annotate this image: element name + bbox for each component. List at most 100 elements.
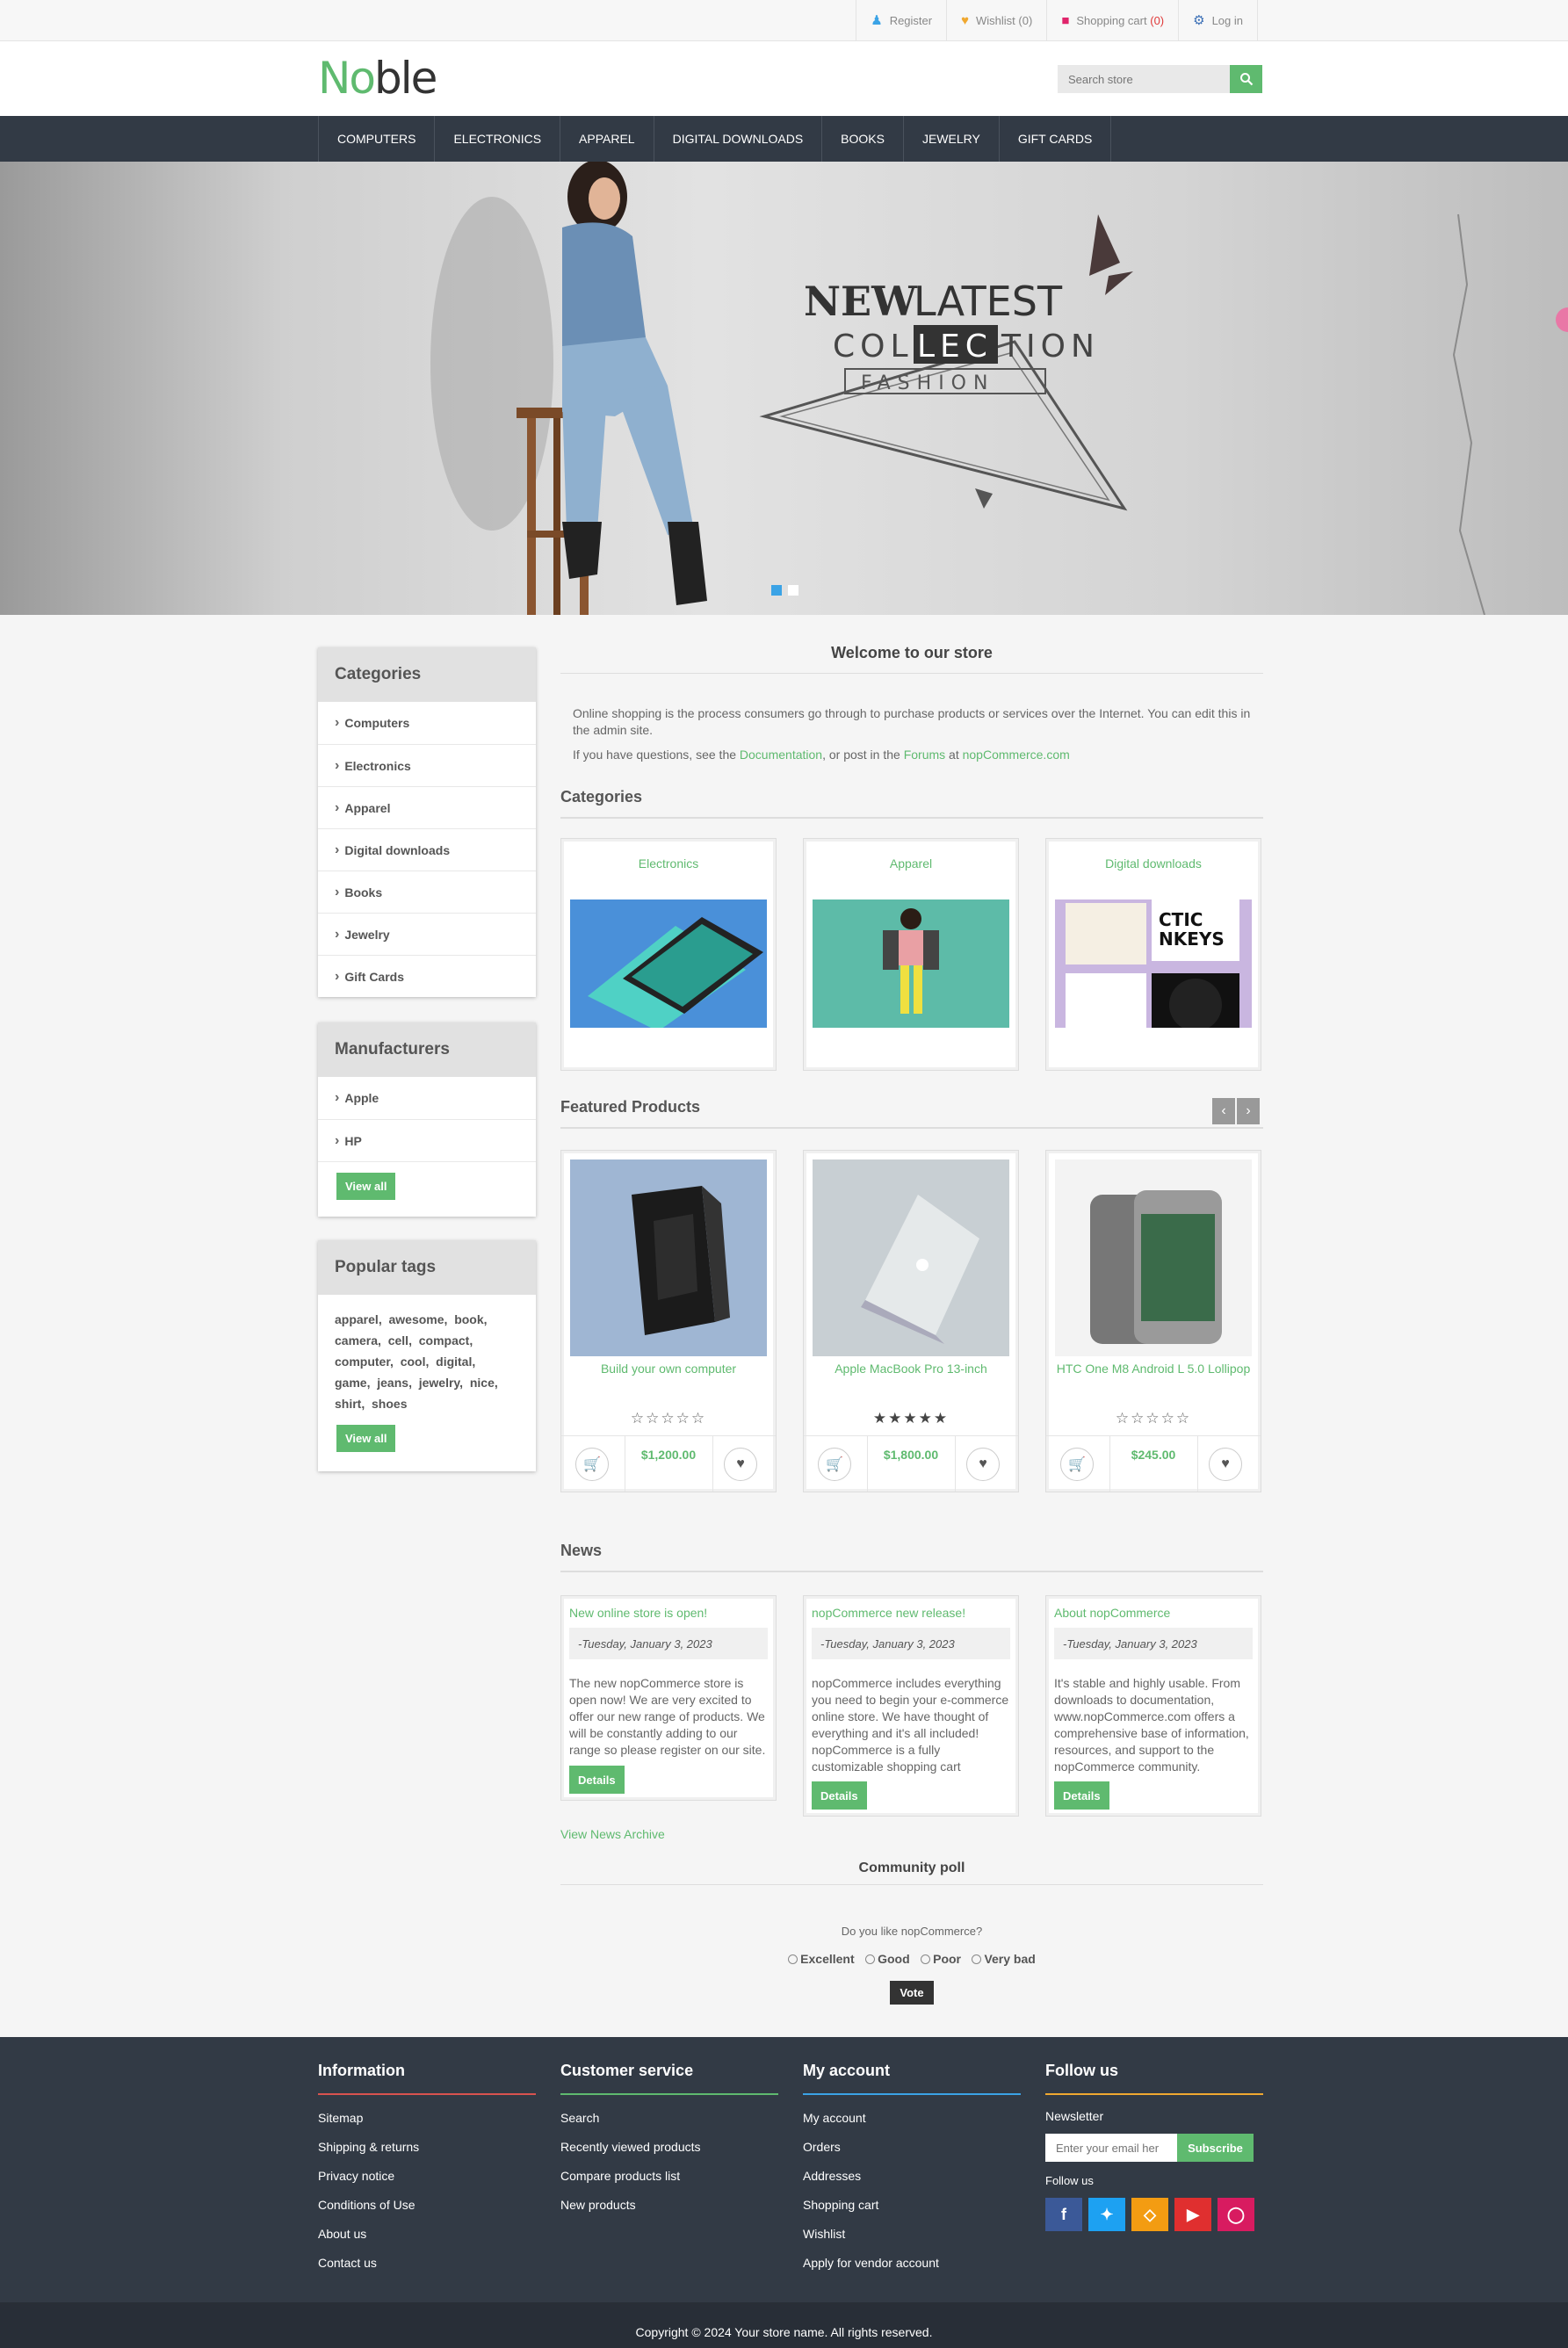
slider-dot-1[interactable] bbox=[771, 585, 782, 596]
news-details-button[interactable]: Details bbox=[569, 1766, 625, 1794]
sidebar-item-books[interactable]: › Books bbox=[318, 871, 536, 913]
menu-item-computers[interactable]: COMPUTERS bbox=[319, 116, 436, 162]
footer-link-addresses[interactable]: Addresses bbox=[803, 2170, 1021, 2182]
manufacturers-view-all-button[interactable]: View all bbox=[336, 1173, 396, 1200]
product-title-link[interactable]: Build your own computer bbox=[561, 1362, 776, 1376]
sidebar-item-apple[interactable]: › Apple bbox=[318, 1077, 536, 1119]
footer-link-new-products[interactable]: New products bbox=[560, 2199, 778, 2211]
tags-view-all-button[interactable]: View all bbox=[336, 1425, 396, 1452]
product-image[interactable] bbox=[570, 1160, 767, 1356]
carousel-prev-button[interactable]: ‹ bbox=[1212, 1098, 1235, 1124]
tag-item[interactable]: camera bbox=[335, 1333, 378, 1347]
tag-item[interactable]: cell bbox=[388, 1333, 408, 1347]
menu-item-electronics[interactable]: ELECTRONICS bbox=[435, 116, 561, 162]
menu-item-apparel[interactable]: APPAREL bbox=[560, 116, 654, 162]
footer-link-conditions[interactable]: Conditions of Use bbox=[318, 2199, 536, 2211]
news-details-button[interactable]: Details bbox=[812, 1781, 867, 1810]
store-logo[interactable]: Noble bbox=[318, 52, 437, 105]
carousel-next-button[interactable]: › bbox=[1237, 1098, 1260, 1124]
poll-option-very-bad[interactable]: Very bad bbox=[972, 1952, 1036, 1966]
tag-item[interactable]: apparel bbox=[335, 1312, 379, 1326]
home-slider[interactable]: NEW LATEST COL LEC TION FASHION bbox=[0, 162, 1568, 615]
add-to-wishlist-button[interactable]: ♥ bbox=[724, 1448, 757, 1481]
product-image[interactable] bbox=[1055, 1160, 1252, 1356]
news-details-button[interactable]: Details bbox=[1054, 1781, 1109, 1810]
facebook-link[interactable]: f bbox=[1045, 2198, 1082, 2231]
sidebar-item-gift-cards[interactable]: › Gift Cards bbox=[318, 955, 536, 997]
footer-link-recently-viewed[interactable]: Recently viewed products bbox=[560, 2141, 778, 2153]
category-card-electronics[interactable]: Electronics bbox=[560, 838, 777, 1071]
footer-link-shipping[interactable]: Shipping & returns bbox=[318, 2141, 536, 2153]
add-to-wishlist-button[interactable]: ♥ bbox=[966, 1448, 1000, 1481]
news-title-link[interactable]: About nopCommerce bbox=[1054, 1606, 1170, 1620]
menu-item-books[interactable]: BOOKS bbox=[822, 116, 904, 162]
tag-item[interactable]: book bbox=[454, 1312, 483, 1326]
search-button[interactable] bbox=[1230, 65, 1262, 93]
sidebar-item-electronics[interactable]: › Electronics bbox=[318, 744, 536, 786]
footer-link-search[interactable]: Search bbox=[560, 2112, 778, 2124]
sidebar-item-apparel[interactable]: › Apparel bbox=[318, 786, 536, 828]
category-card-title[interactable]: Electronics bbox=[561, 856, 776, 871]
tag-item[interactable]: awesome bbox=[388, 1312, 444, 1326]
forums-link[interactable]: Forums bbox=[904, 748, 945, 762]
tag-item[interactable]: compact bbox=[419, 1333, 470, 1347]
tag-item[interactable]: computer bbox=[335, 1355, 390, 1369]
poll-option-excellent[interactable]: Excellent bbox=[788, 1952, 855, 1966]
tag-item[interactable]: shirt bbox=[335, 1397, 361, 1411]
youtube-link[interactable]: ▶ bbox=[1174, 2198, 1211, 2231]
cart-link[interactable]: ■ Shopping cart (0) bbox=[1046, 0, 1178, 40]
subscribe-button[interactable]: Subscribe bbox=[1177, 2134, 1254, 2162]
category-card-title[interactable]: Digital downloads bbox=[1046, 856, 1261, 871]
footer-link-sitemap[interactable]: Sitemap bbox=[318, 2112, 536, 2124]
newsletter-email-input[interactable] bbox=[1045, 2134, 1177, 2162]
category-image-digital-downloads[interactable]: CTIC NKEYS bbox=[1055, 899, 1252, 1028]
product-title-link[interactable]: HTC One M8 Android L 5.0 Lollipop bbox=[1046, 1362, 1261, 1376]
news-title-link[interactable]: New online store is open! bbox=[569, 1606, 707, 1620]
footer-link-vendor[interactable]: Apply for vendor account bbox=[803, 2257, 1021, 2269]
slider-dot-2[interactable] bbox=[788, 585, 798, 596]
menu-item-gift-cards[interactable]: GIFT CARDS bbox=[1000, 116, 1112, 162]
menu-item-digital-downloads[interactable]: DIGITAL DOWNLOADS bbox=[654, 116, 823, 162]
poll-option-good[interactable]: Good bbox=[865, 1952, 910, 1966]
register-link[interactable]: ♟ Register bbox=[856, 0, 946, 40]
footer-link-orders[interactable]: Orders bbox=[803, 2141, 1021, 2153]
category-card-apparel[interactable]: Apparel bbox=[803, 838, 1019, 1071]
add-to-cart-button[interactable]: 🛒 bbox=[575, 1448, 609, 1481]
tag-item[interactable]: cool bbox=[401, 1355, 426, 1369]
menu-item-jewelry[interactable]: JEWELRY bbox=[904, 116, 1000, 162]
footer-link-shopping-cart[interactable]: Shopping cart bbox=[803, 2199, 1021, 2211]
search-input[interactable] bbox=[1058, 65, 1230, 93]
vote-button[interactable]: Vote bbox=[890, 1980, 934, 2005]
add-to-cart-button[interactable]: 🛒 bbox=[1060, 1448, 1094, 1481]
category-image-electronics[interactable] bbox=[570, 899, 767, 1028]
footer-link-privacy[interactable]: Privacy notice bbox=[318, 2170, 536, 2182]
footer-link-contact[interactable]: Contact us bbox=[318, 2257, 536, 2269]
tag-item[interactable]: jeans bbox=[377, 1376, 408, 1390]
tag-item[interactable]: jewelry bbox=[419, 1376, 459, 1390]
login-link[interactable]: ⚙ Log in bbox=[1178, 0, 1258, 40]
tag-item[interactable]: nice bbox=[470, 1376, 495, 1390]
documentation-link[interactable]: Documentation bbox=[740, 748, 822, 762]
twitter-link[interactable]: ✦ bbox=[1088, 2198, 1125, 2231]
tag-item[interactable]: shoes bbox=[372, 1397, 407, 1411]
footer-link-about[interactable]: About us bbox=[318, 2228, 536, 2240]
nopcommerce-link[interactable]: nopCommerce.com bbox=[963, 748, 1070, 762]
footer-link-my-account[interactable]: My account bbox=[803, 2112, 1021, 2124]
product-image[interactable] bbox=[813, 1160, 1009, 1356]
poll-option-poor[interactable]: Poor bbox=[921, 1952, 961, 1966]
wishlist-link[interactable]: ♥ Wishlist (0) bbox=[946, 0, 1046, 40]
add-to-cart-button[interactable]: 🛒 bbox=[818, 1448, 851, 1481]
view-news-archive-link[interactable]: View News Archive bbox=[560, 1827, 665, 1841]
sidebar-item-digital-downloads[interactable]: › Digital downloads bbox=[318, 828, 536, 871]
add-to-wishlist-button[interactable]: ♥ bbox=[1209, 1448, 1242, 1481]
sidebar-item-hp[interactable]: › HP bbox=[318, 1119, 536, 1161]
news-title-link[interactable]: nopCommerce new release! bbox=[812, 1606, 965, 1620]
category-image-apparel[interactable] bbox=[813, 899, 1009, 1028]
category-card-digital-downloads[interactable]: Digital downloads CTIC NKEYS bbox=[1045, 838, 1261, 1071]
footer-link-wishlist[interactable]: Wishlist bbox=[803, 2228, 1021, 2240]
tag-item[interactable]: game bbox=[335, 1376, 367, 1390]
sidebar-item-computers[interactable]: › Computers bbox=[318, 702, 536, 744]
footer-link-compare[interactable]: Compare products list bbox=[560, 2170, 778, 2182]
category-card-title[interactable]: Apparel bbox=[804, 856, 1018, 871]
rss-link[interactable]: ◇ bbox=[1131, 2198, 1168, 2231]
